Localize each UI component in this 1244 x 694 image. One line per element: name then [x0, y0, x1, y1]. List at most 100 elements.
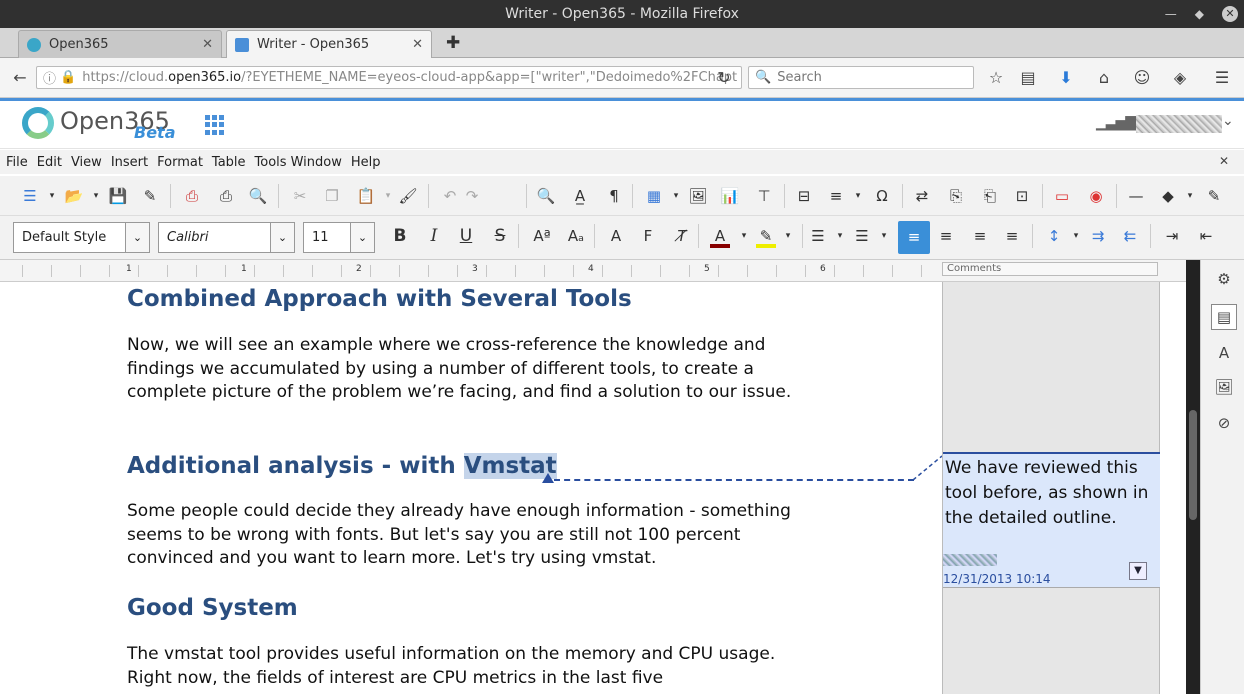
shadow-icon[interactable]: A	[606, 226, 626, 246]
page-break-icon[interactable]: ⊟	[794, 186, 814, 206]
hamburger-menu-icon[interactable]: ☰	[1212, 68, 1232, 87]
insert-textbox-icon[interactable]: ⊤	[754, 186, 774, 206]
chevron-down-icon[interactable]: ▾	[778, 226, 798, 246]
copy-icon[interactable]: ❐	[322, 186, 342, 206]
paragraph-style-select[interactable]: Default Style ⌄	[13, 222, 150, 253]
new-document-icon[interactable]: ☰	[20, 186, 40, 206]
print-preview-icon[interactable]: 🔍	[248, 186, 268, 206]
superscript-icon[interactable]: Aª	[532, 226, 552, 246]
bookmark-icon[interactable]: ⊡	[1012, 186, 1032, 206]
tab-writer[interactable]: Writer - Open365 ✕	[226, 30, 432, 58]
save-as-icon[interactable]: ✎	[140, 186, 160, 206]
chevron-down-icon[interactable]: ▾	[1180, 186, 1200, 206]
chevron-down-icon[interactable]: ▾	[378, 186, 398, 206]
bold-icon[interactable]: B	[390, 226, 410, 246]
align-right-icon[interactable]: ≡	[970, 226, 990, 246]
menu-tools[interactable]: Tools	[255, 155, 287, 170]
open365-logo-icon[interactable]	[22, 107, 54, 139]
comment-text[interactable]: We have reviewed this tool before, as sh…	[945, 456, 1157, 531]
minimize-icon[interactable]: —	[1165, 0, 1177, 28]
print-icon[interactable]: ⎙	[216, 186, 236, 206]
info-icon[interactable]: ⓘ	[43, 68, 56, 87]
decrease-indent-icon[interactable]: ⇤	[1196, 226, 1216, 246]
subscript-icon[interactable]: Aₐ	[566, 226, 586, 246]
paste-icon[interactable]: 📋	[356, 186, 376, 206]
track-changes-icon[interactable]: ◉	[1086, 186, 1106, 206]
download-icon[interactable]: ⬇	[1056, 68, 1076, 87]
align-center-icon[interactable]: ≡	[936, 226, 956, 246]
formatting-marks-icon[interactable]: ¶	[604, 186, 624, 206]
chevron-down-icon[interactable]: ▾	[1066, 226, 1086, 246]
chevron-down-icon[interactable]: ⌄	[1222, 113, 1234, 129]
new-tab-icon[interactable]: ✚	[446, 33, 460, 53]
sidebar-menu-icon[interactable]: ⚙	[1213, 268, 1235, 290]
sidebar-gallery-icon[interactable]: 🖼	[1213, 376, 1235, 398]
chevron-down-icon[interactable]: ▾	[848, 186, 868, 206]
home-icon[interactable]: ⌂	[1094, 68, 1114, 87]
menu-edit[interactable]: Edit	[37, 155, 62, 170]
italic-icon[interactable]: I	[424, 226, 444, 246]
chevron-down-icon[interactable]: ▾	[86, 186, 106, 206]
chevron-down-icon[interactable]: ▾	[734, 226, 754, 246]
align-left-button[interactable]: ≡	[898, 221, 930, 254]
insert-line-icon[interactable]: —	[1126, 186, 1146, 206]
underline-icon[interactable]: U	[456, 226, 476, 246]
sidebar-properties-icon[interactable]: ▤	[1211, 304, 1237, 330]
sidebar-styles-icon[interactable]: A	[1213, 342, 1235, 364]
insert-image-icon[interactable]: 🖼	[688, 186, 708, 206]
sidebar-navigator-icon[interactable]: ⊘	[1213, 412, 1235, 434]
chevron-down-icon[interactable]: ⌄	[125, 223, 149, 252]
insert-field-icon[interactable]: ≡	[826, 186, 846, 206]
chevron-down-icon[interactable]: ▾	[42, 186, 62, 206]
line-spacing-icon[interactable]: ↕	[1044, 226, 1064, 246]
close-document-icon[interactable]: ✕	[1219, 154, 1229, 168]
menu-window[interactable]: Window	[291, 155, 342, 170]
find-replace-icon[interactable]: 🔍	[536, 186, 556, 206]
tab-open365[interactable]: Open365 ✕	[18, 30, 222, 58]
close-window-icon[interactable]: ✕	[1222, 6, 1238, 22]
menu-view[interactable]: View	[71, 155, 102, 170]
cut-icon[interactable]: ✂	[290, 186, 310, 206]
chevron-down-icon[interactable]: ▾	[830, 226, 850, 246]
increase-indent-icon[interactable]: ⇥	[1162, 226, 1182, 246]
user-avatar[interactable]	[1136, 115, 1222, 133]
menu-format[interactable]: Format	[157, 155, 203, 170]
pocket-icon[interactable]: ◈	[1170, 68, 1190, 87]
menu-help[interactable]: Help	[351, 155, 381, 170]
back-icon[interactable]: ←	[10, 68, 30, 87]
vertical-scrollbar[interactable]	[1186, 260, 1200, 694]
clear-formatting-icon[interactable]: T̸	[672, 226, 692, 246]
chevron-down-icon[interactable]: ⌄	[350, 223, 374, 252]
basic-shapes-icon[interactable]: ◆	[1158, 186, 1178, 206]
increase-paragraph-spacing-icon[interactable]: ⇉	[1088, 226, 1108, 246]
undo-icon[interactable]: ↶	[440, 186, 460, 206]
apps-grid-icon[interactable]	[205, 115, 225, 135]
bullet-list-icon[interactable]: ☰	[808, 226, 828, 246]
special-character-icon[interactable]: Ω	[872, 186, 892, 206]
insert-table-icon[interactable]: ▦	[644, 186, 664, 206]
clone-formatting-icon[interactable]: 🖌	[398, 186, 418, 206]
font-color-icon[interactable]: A	[710, 226, 730, 248]
chat-icon[interactable]: ☺	[1132, 68, 1152, 87]
justify-icon[interactable]: ≡	[1002, 226, 1022, 246]
draw-icon[interactable]: ✎	[1204, 186, 1224, 206]
export-pdf-icon[interactable]: ⎙	[182, 186, 202, 206]
font-size-select[interactable]: 11 ⌄	[303, 222, 375, 253]
font-name-select[interactable]: Calibri ⌄	[158, 222, 295, 253]
open-folder-icon[interactable]: 📂	[64, 186, 84, 206]
insert-chart-icon[interactable]: 📊	[720, 186, 740, 206]
chevron-down-icon[interactable]: ▾	[666, 186, 686, 206]
tab-close-icon[interactable]: ✕	[412, 37, 423, 52]
comment-box[interactable]: We have reviewed this tool before, as sh…	[943, 452, 1160, 588]
chevron-down-icon[interactable]: ⌄	[270, 223, 294, 252]
numbered-list-icon[interactable]: ☰	[852, 226, 872, 246]
cross-reference-icon[interactable]: ⎗	[980, 186, 1000, 206]
strikethrough-icon[interactable]: S	[490, 226, 510, 246]
menu-file[interactable]: File	[6, 155, 28, 170]
url-bar[interactable]: ⓘ 🔒 https://cloud. open365.io/?EYETHEME_N…	[36, 66, 742, 89]
highlight-color-icon[interactable]: ✎	[756, 226, 776, 248]
menu-table[interactable]: Table	[212, 155, 246, 170]
comment-menu-chevron-icon[interactable]: ▼	[1129, 562, 1147, 580]
save-icon[interactable]: 💾	[108, 186, 128, 206]
menu-insert[interactable]: Insert	[111, 155, 148, 170]
